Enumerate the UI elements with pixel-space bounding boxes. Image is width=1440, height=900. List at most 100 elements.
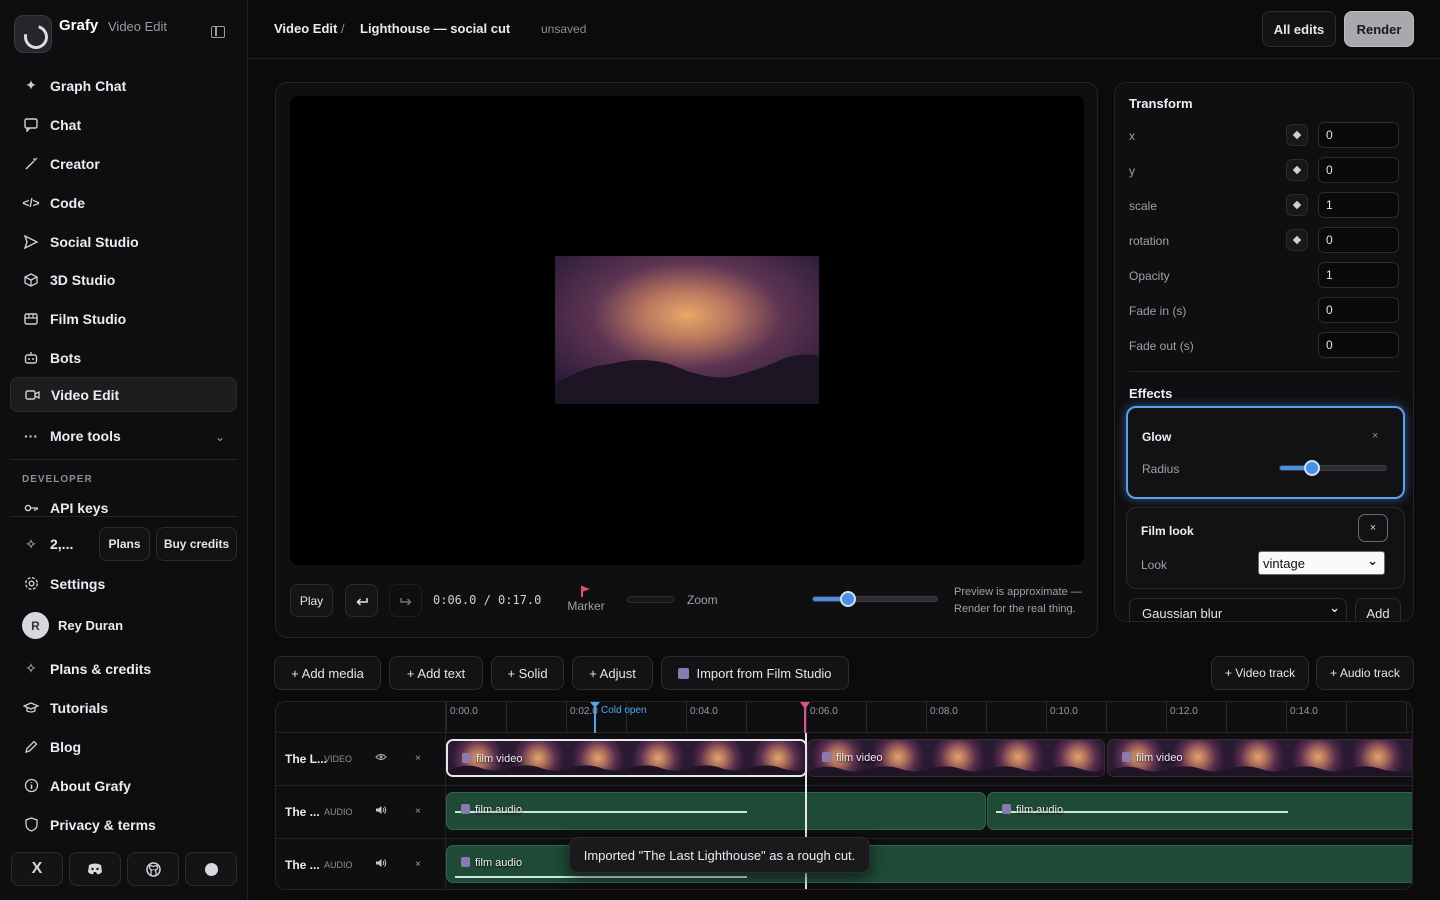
sidebar-collapse-icon[interactable] <box>211 26 225 38</box>
prop-scale-input[interactable]: 1 <box>1318 192 1399 218</box>
effect-glow-name: Glow <box>1142 430 1172 444</box>
sidebar-item-video-edit[interactable]: Video Edit <box>10 377 237 412</box>
sidebar-item-more-tools[interactable]: ··· More tools ⌄ <box>10 418 237 453</box>
remove-track-button[interactable]: × <box>415 859 421 870</box>
sidebar-item-privacy[interactable]: Privacy & terms <box>10 807 237 842</box>
sidebar-item-tutorials[interactable]: Tutorials <box>10 690 237 725</box>
video-clip[interactable]: film video <box>807 739 1105 777</box>
all-edits-button[interactable]: All edits <box>1262 11 1336 47</box>
sidebar-item-settings[interactable]: Settings <box>10 566 237 601</box>
track-header-audio[interactable]: The ... AUDIO × <box>276 839 446 889</box>
film-look-select[interactable]: vintage <box>1258 551 1385 575</box>
eye-icon[interactable] <box>375 752 387 764</box>
breadcrumb-root[interactable]: Video Edit <box>274 21 337 36</box>
speaker-icon[interactable] <box>375 858 387 871</box>
redo-icon[interactable] <box>389 584 422 617</box>
add-media-button[interactable]: + Add media <box>274 656 381 690</box>
render-button[interactable]: Render <box>1344 11 1414 47</box>
keyframe-icon[interactable] <box>1286 124 1308 146</box>
sidebar-item-chat[interactable]: Chat <box>10 107 237 142</box>
sidebar-item-bots[interactable]: Bots <box>10 340 237 375</box>
grafy-logo-icon[interactable] <box>14 15 52 53</box>
plans-button[interactable]: Plans <box>99 527 150 561</box>
audio-clip[interactable]: film audio <box>446 792 986 830</box>
sidebar-item-plans-credits[interactable]: ✧ Plans & credits <box>10 651 237 686</box>
sidebar-item-label: 3D Studio <box>50 271 116 288</box>
effect-glow-card[interactable]: Glow × Radius <box>1126 406 1405 499</box>
close-icon[interactable]: × <box>1372 430 1378 442</box>
sidebar-item-about[interactable]: About Grafy <box>10 768 237 803</box>
sidebar-item-creator[interactable]: Creator <box>10 146 237 181</box>
track-name: The ... <box>285 805 320 819</box>
audio-clip[interactable]: film audio <box>987 792 1412 830</box>
remove-track-button[interactable]: × <box>415 806 421 817</box>
timeline-ruler[interactable]: 0:00.0 0:02.0 0:04.0 0:06.0 0:08.0 0:10.… <box>446 702 1412 733</box>
sidebar-item-film-studio[interactable]: Film Studio <box>10 301 237 336</box>
header: Video Edit / Lighthouse — social cut uns… <box>248 0 1440 59</box>
prop-x-input[interactable]: 0 <box>1318 122 1399 148</box>
cue-label: Cold open <box>601 705 647 716</box>
keyframe-icon[interactable] <box>1286 159 1308 181</box>
avatar[interactable]: R <box>22 612 49 639</box>
sidebar-item-blog[interactable]: Blog <box>10 729 237 764</box>
sidebar-item-3d-studio[interactable]: 3D Studio <box>10 262 237 297</box>
prop-opacity-input[interactable]: 1 <box>1318 262 1399 288</box>
buy-credits-button[interactable]: Buy credits <box>156 527 237 561</box>
prop-y-input[interactable]: 0 <box>1318 157 1399 183</box>
add-audio-track-button[interactable]: + Audio track <box>1316 656 1414 690</box>
glow-radius-slider[interactable] <box>1279 460 1387 476</box>
add-effect-button[interactable]: Add <box>1355 598 1401 621</box>
track-lane-audio[interactable]: film audio film audio <box>446 786 1412 839</box>
prop-scale-label: scale <box>1129 199 1158 213</box>
user-name[interactable]: Rey Duran <box>58 618 123 633</box>
add-text-button[interactable]: + Add text <box>389 656 483 690</box>
glow-radius-slider-handle[interactable] <box>1303 460 1320 476</box>
prop-fade-out-input[interactable]: 0 <box>1318 332 1399 358</box>
remove-track-button[interactable]: × <box>415 753 421 764</box>
scrub-bar[interactable] <box>627 596 675 603</box>
tick-label: 0:00.0 <box>450 706 478 717</box>
discord-icon[interactable] <box>69 852 121 886</box>
x-social-button[interactable]: X <box>11 852 63 886</box>
circle-icon[interactable] <box>185 852 237 886</box>
add-adjust-button[interactable]: + Adjust <box>572 656 653 690</box>
speaker-icon[interactable] <box>375 805 387 818</box>
add-solid-button[interactable]: + Solid <box>491 656 564 690</box>
video-clip[interactable]: film video <box>446 739 807 777</box>
preview-canvas[interactable] <box>290 96 1084 565</box>
sidebar-item-label: Plans & credits <box>50 660 152 677</box>
marker-button[interactable]: Marker <box>566 586 606 613</box>
play-button[interactable]: Play <box>290 584 333 617</box>
undo-icon[interactable] <box>345 584 378 617</box>
sidebar-item-code[interactable]: </> Code <box>10 185 237 220</box>
prop-fade-in-input[interactable]: 0 <box>1318 297 1399 323</box>
zoom-slider[interactable] <box>812 591 938 607</box>
zoom-slider-handle[interactable] <box>839 591 856 607</box>
sidebar-item-label: About Grafy <box>50 777 131 794</box>
timecode: 0:06.0 / 0:17.0 <box>433 593 542 607</box>
sidebar-item-label: Code <box>50 194 85 211</box>
import-film-studio-button[interactable]: Import from Film Studio <box>661 656 849 690</box>
effect-film-look-card[interactable]: Film look × Look vintage <box>1126 507 1405 589</box>
prop-rotation-input[interactable]: 0 <box>1318 227 1399 253</box>
track-header-video[interactable]: The L... VIDEO × <box>276 733 446 786</box>
sidebar-item-graph-chat[interactable]: ✦ Graph Chat <box>10 68 237 103</box>
keyframe-icon[interactable] <box>1286 194 1308 216</box>
sidebar-item-api-keys[interactable]: API keys <box>10 491 237 524</box>
track-header-audio[interactable]: The ... AUDIO × <box>276 786 446 839</box>
prop-x-label: x <box>1129 129 1135 143</box>
add-video-track-button[interactable]: + Video track <box>1211 656 1309 690</box>
clip-label: film video <box>462 753 522 765</box>
inspector-panel: Transform x 0 y 0 scale 1 rotation 0 Opa… <box>1114 82 1414 622</box>
effect-film-look-label: Look <box>1141 558 1168 572</box>
close-icon[interactable]: × <box>1358 514 1388 542</box>
track-lane-video[interactable]: film video film video film video <box>446 733 1412 786</box>
video-clip[interactable]: film video <box>1107 739 1412 777</box>
sidebar-item-social-studio[interactable]: Social Studio <box>10 224 237 259</box>
pen-icon <box>23 739 39 755</box>
github-icon[interactable] <box>127 852 179 886</box>
sparkle-icon: ✧ <box>25 660 37 676</box>
keyframe-icon[interactable] <box>1286 229 1308 251</box>
import-film-studio-label: Import from Film Studio <box>696 665 832 681</box>
effect-type-select[interactable]: Gaussian blur <box>1129 598 1347 621</box>
